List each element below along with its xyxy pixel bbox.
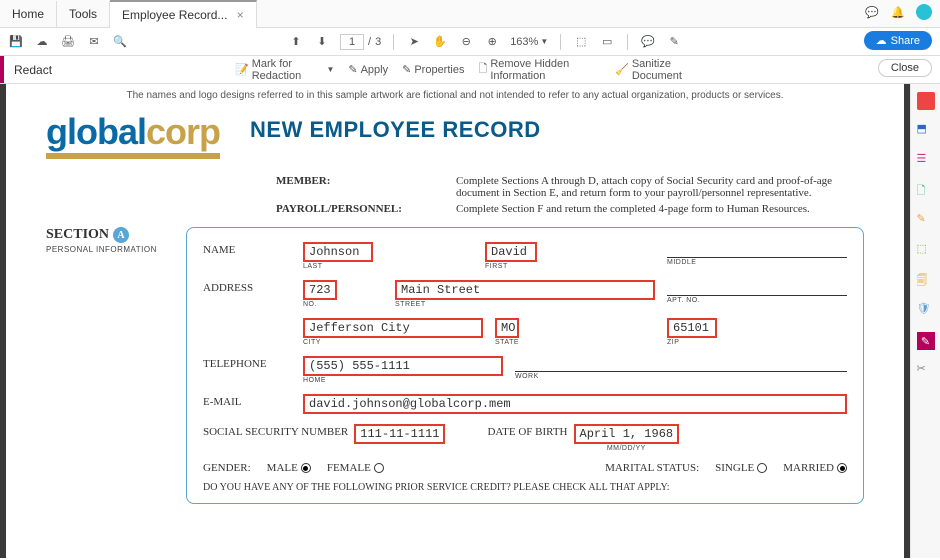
edit-tool-icon[interactable]: ☰ (917, 152, 935, 170)
organize-tool-icon[interactable]: 🗋 (917, 182, 935, 200)
tab-document[interactable]: Employee Record... × (110, 0, 257, 28)
marital-married-option[interactable]: MARRIED (783, 462, 847, 474)
company-logo: globalcorp (46, 111, 220, 159)
addr-state-value[interactable]: MO (495, 318, 519, 338)
remove-hidden-button[interactable]: 🗋 Remove Hidden Information (478, 58, 601, 82)
name-middle-field[interactable] (667, 242, 847, 258)
payroll-text: Complete Section F and return the comple… (456, 203, 864, 215)
down-arrow-icon[interactable]: ⬇ (314, 34, 330, 50)
section-badge: A (113, 227, 129, 243)
comment-icon[interactable]: 💬 (640, 34, 656, 50)
tab-document-label: Employee Record... (122, 8, 227, 22)
member-label: MEMBER: (276, 175, 436, 199)
page-total: 3 (375, 36, 381, 48)
addr-street-value[interactable]: Main Street (395, 280, 655, 300)
disclaimer-text: The names and logo designs referred to i… (6, 84, 904, 111)
telephone-label: TELEPHONE (203, 356, 303, 370)
payroll-label: PAYROLL/PERSONNEL: (276, 203, 436, 215)
fit-page-icon[interactable]: ▭ (599, 34, 615, 50)
zoom-level[interactable]: 163% ▼ (510, 36, 548, 48)
gender-female-option[interactable]: FEMALE (327, 462, 384, 474)
share-icon: ☁ (876, 34, 887, 47)
search-icon[interactable]: 🔍 (112, 34, 128, 50)
tel-home-value[interactable]: (555) 555-1111 (303, 356, 503, 376)
export-tool-icon[interactable]: ⬒ (917, 122, 935, 140)
page-current[interactable]: 1 (340, 34, 364, 50)
radio-checked-icon (301, 463, 311, 473)
radio-icon (757, 463, 767, 473)
redact-tool-icon[interactable]: ✎ (917, 332, 935, 350)
page-indicator: 1 / 3 (340, 34, 381, 50)
email-label: E-MAIL (203, 394, 303, 408)
close-tab-icon[interactable]: × (237, 8, 244, 22)
close-redact-button[interactable]: Close (878, 59, 932, 77)
email-value[interactable]: david.johnson@globalcorp.mem (303, 394, 847, 414)
member-text: Complete Sections A through D, attach co… (456, 175, 864, 199)
zoom-out-icon[interactable]: ⊖ (458, 34, 474, 50)
section-heading: SECTION A (46, 227, 176, 243)
dob-label: DATE OF BIRTH (487, 424, 567, 438)
mail-icon[interactable]: ✉ (86, 34, 102, 50)
bell-icon[interactable]: 🔔 (890, 4, 906, 20)
document-title: NEW EMPLOYEE RECORD (250, 117, 541, 143)
avatar[interactable] (916, 4, 932, 20)
name-label: NAME (203, 242, 303, 256)
properties-button[interactable]: ✎ Properties (402, 63, 464, 76)
pointer-icon[interactable]: ➤ (406, 34, 422, 50)
hand-icon[interactable]: ✋ (432, 34, 448, 50)
redact-title: Redact (14, 63, 52, 77)
fit-width-icon[interactable]: ⬚ (573, 34, 589, 50)
gender-label: GENDER: (203, 462, 251, 474)
name-last-value[interactable]: Johnson (303, 242, 373, 262)
name-first-value[interactable]: David (485, 242, 537, 262)
addr-apt-field[interactable] (667, 280, 847, 296)
apply-button[interactable]: ✎ Apply (348, 63, 388, 76)
sanitize-button[interactable]: 🧹 Sanitize Document (615, 58, 705, 82)
share-button[interactable]: ☁ Share (864, 31, 932, 50)
sign-icon[interactable]: ✎ (666, 34, 682, 50)
tel-work-field[interactable] (515, 356, 847, 372)
save-icon[interactable]: 💾 (8, 34, 24, 50)
pdf-tool-icon[interactable] (917, 92, 935, 110)
print-icon[interactable]: 🖨 (60, 34, 76, 50)
mark-for-redaction-button[interactable]: 📝 Mark for Redaction ▼ (235, 58, 334, 82)
gender-male-option[interactable]: MALE (267, 462, 311, 474)
addr-city-value[interactable]: Jefferson City (303, 318, 483, 338)
ssn-label: SOCIAL SECURITY NUMBER (203, 424, 348, 438)
main-toolbar: 💾 ☁ 🖨 ✉ 🔍 ⬆ ⬇ 1 / 3 ➤ ✋ ⊖ ⊕ 163% ▼ ⬚ ▭ 💬… (0, 28, 940, 56)
section-subtitle: PERSONAL INFORMATION (46, 245, 176, 254)
form-section-a: NAME Johnson LAST David FIRST (186, 227, 864, 504)
app-tabs-bar: Home Tools Employee Record... × 💬 🔔 (0, 0, 940, 28)
zoom-in-icon[interactable]: ⊕ (484, 34, 500, 50)
marital-single-option[interactable]: SINGLE (715, 462, 767, 474)
dob-value[interactable]: April 1, 1968 (574, 424, 680, 444)
redact-toolbar: Redact 📝 Mark for Redaction ▼ ✎ Apply ✎ … (0, 56, 940, 84)
radio-checked-icon (837, 463, 847, 473)
up-arrow-icon[interactable]: ⬆ (288, 34, 304, 50)
document-viewport[interactable]: The names and logo designs referred to i… (6, 84, 904, 558)
ssn-value[interactable]: 111-11-1111 (354, 424, 445, 444)
prior-service-question: DO YOU HAVE ANY OF THE FOLLOWING PRIOR S… (203, 482, 847, 493)
cloud-icon[interactable]: ☁ (34, 34, 50, 50)
main-area: The names and logo designs referred to i… (0, 84, 940, 558)
fill-sign-tool-icon[interactable]: 🗐 (917, 272, 935, 290)
addr-no-value[interactable]: 723 (303, 280, 337, 300)
tab-tools[interactable]: Tools (57, 1, 110, 27)
protect-tool-icon[interactable]: 🛡 (917, 302, 935, 320)
address-label: ADDRESS (203, 280, 303, 294)
more-tools-icon[interactable]: ✂ (917, 362, 935, 380)
addr-zip-value[interactable]: 65101 (667, 318, 717, 338)
combine-tool-icon[interactable]: ⬚ (917, 242, 935, 260)
right-tool-rail: ⬒ ☰ 🗋 ✎ ⬚ 🗐 🛡 ✎ ✂ (910, 84, 940, 558)
radio-icon (374, 463, 384, 473)
tab-home[interactable]: Home (0, 1, 57, 27)
marital-label: MARITAL STATUS: (605, 462, 699, 474)
chat-icon[interactable]: 💬 (864, 4, 880, 20)
comment-tool-icon[interactable]: ✎ (917, 212, 935, 230)
